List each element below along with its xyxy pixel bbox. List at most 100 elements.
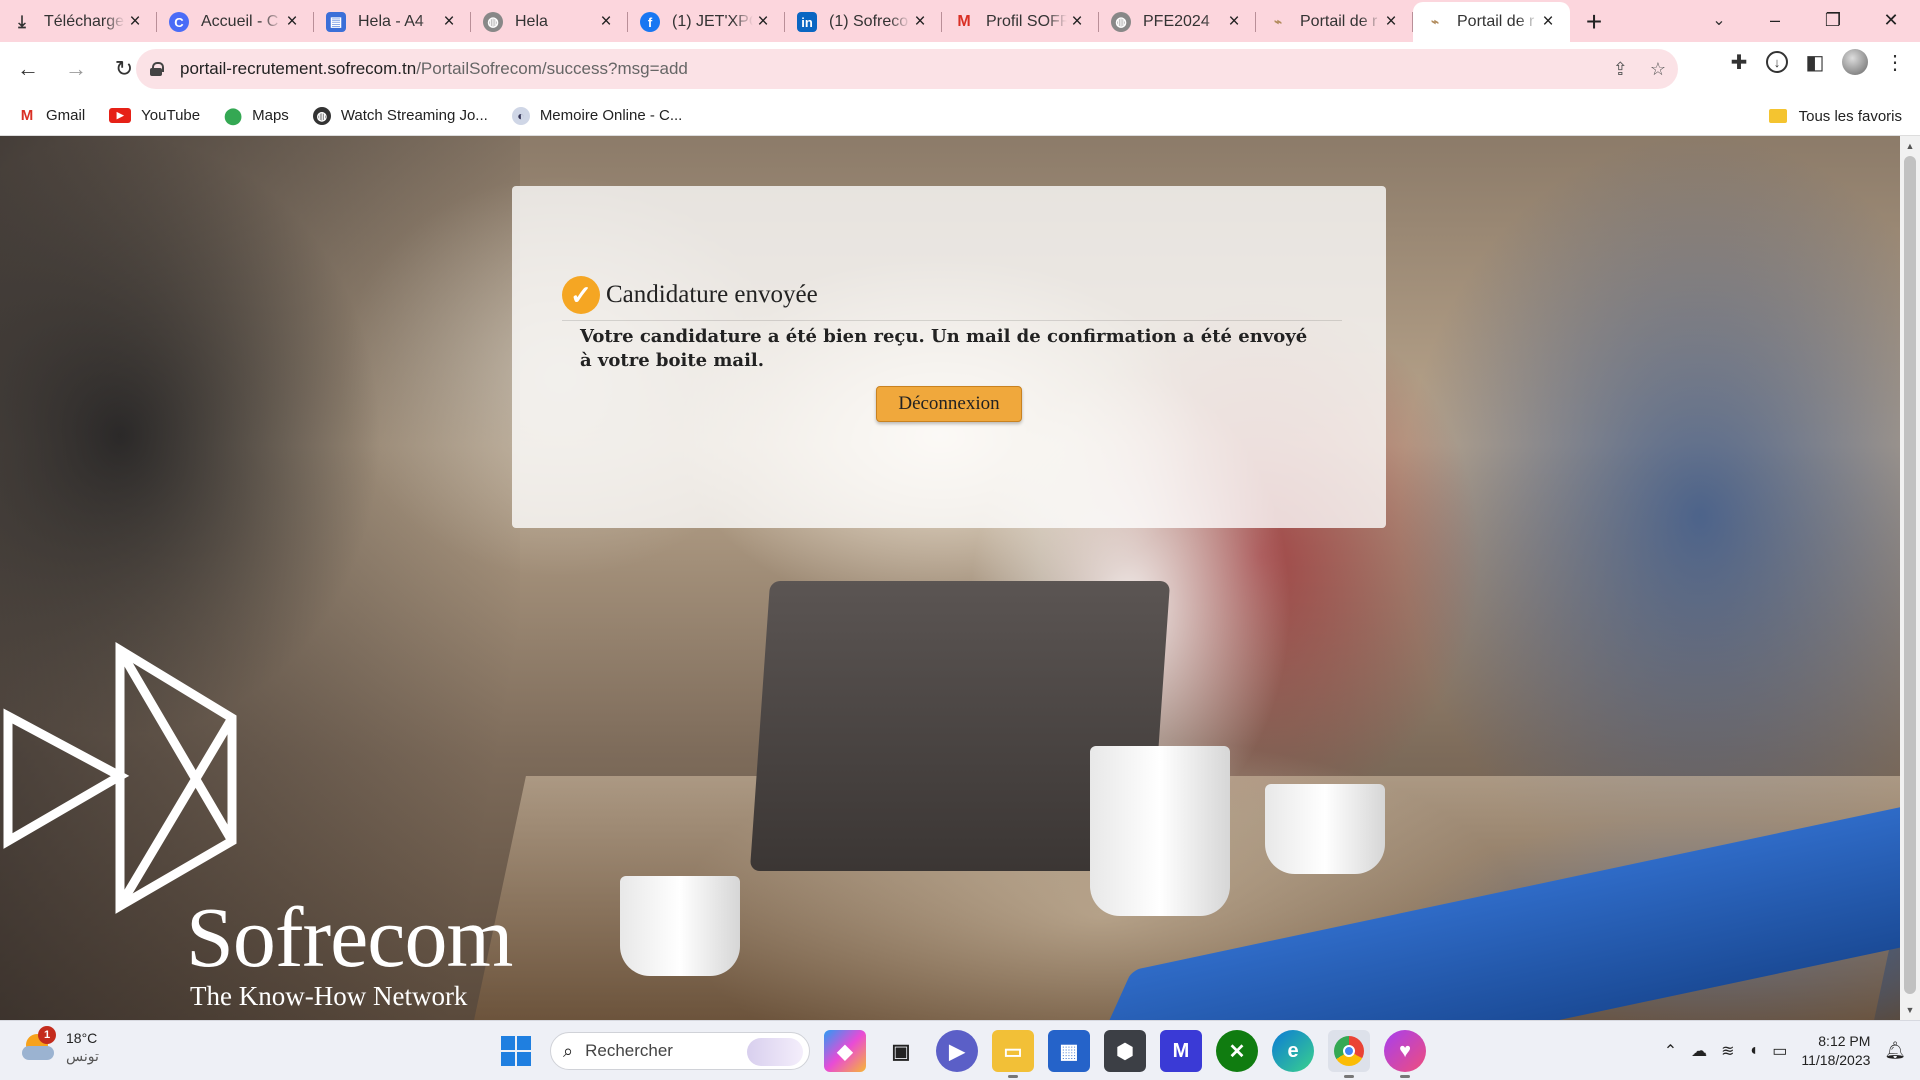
chrome-icon[interactable] — [1328, 1030, 1370, 1078]
lock-icon[interactable] — [150, 62, 164, 76]
tray-overflow-icon[interactable]: ⌃ — [1664, 1041, 1677, 1061]
forward-button[interactable]: → — [56, 49, 96, 89]
weather-widget[interactable]: 1 18°C تونس — [22, 1026, 99, 1065]
onedrive-icon[interactable]: ☁ — [1691, 1041, 1707, 1061]
close-tab-icon[interactable]: × — [439, 12, 459, 32]
weather-city: تونس — [66, 1048, 99, 1064]
all-bookmarks-button[interactable]: Tous les favoris — [1768, 96, 1902, 136]
teams-chat-icon[interactable]: ▶ — [936, 1030, 978, 1072]
download-icon: ⤓ — [18, 12, 26, 31]
brand-name: Sofrecom — [186, 889, 513, 985]
page-scrollbar[interactable]: ▲ ▼ — [1900, 136, 1920, 1020]
close-tab-icon[interactable]: × — [125, 12, 145, 32]
bookmark-label: Gmail — [46, 107, 86, 124]
side-panel-icon[interactable]: ◧ — [1802, 49, 1828, 75]
close-window-button[interactable]: ✕ — [1862, 0, 1920, 40]
extensions-area: ✚ ↓ ◧ ⋮ — [1726, 49, 1908, 75]
tab-linkedin[interactable]: in (1) Sofreco × — [785, 2, 942, 42]
bookmark-memoire-online[interactable]: ◐ Memoire Online - C... — [511, 106, 683, 125]
globe-icon: ◍ — [1111, 12, 1131, 32]
app-cube-icon[interactable]: ⬢ — [1104, 1030, 1146, 1072]
tab-downloads[interactable]: ⤓ Télécharge × — [0, 2, 157, 42]
tab-portail-active[interactable]: ⌁ Portail de r × — [1413, 2, 1570, 42]
new-tab-button[interactable]: + — [1574, 2, 1614, 42]
globe-icon: ◍ — [483, 12, 503, 32]
back-button[interactable]: ← — [8, 49, 48, 89]
close-tab-icon[interactable]: × — [1067, 12, 1087, 32]
maximize-button[interactable]: ❐ — [1804, 0, 1862, 40]
battery-icon[interactable]: ▭ — [1772, 1041, 1787, 1061]
sofrecom-favicon-icon: ⌁ — [1274, 14, 1282, 29]
youtube-icon: ▶ — [109, 108, 132, 123]
bookmark-watch-streaming[interactable]: ◍ Watch Streaming Jo... — [312, 106, 488, 125]
app-heart-icon[interactable]: ♥ — [1384, 1030, 1426, 1078]
search-highlight-art — [747, 1038, 803, 1066]
clock-date: 11/18/2023 — [1801, 1052, 1871, 1068]
windows-taskbar: 1 18°C تونس ⌕ Rechercher ◆ ▣ ▶ ▭ ▦ ⬢ M ✕… — [0, 1020, 1920, 1080]
confirmation-card: ✓ Candidature envoyée Votre candidature … — [512, 186, 1386, 528]
folder-icon — [1768, 109, 1787, 123]
close-tab-icon[interactable]: × — [1224, 12, 1244, 32]
download-indicator-icon[interactable]: ↓ — [1766, 51, 1788, 73]
url-text[interactable]: portail-recrutement.sofrecom.tn/PortailS… — [180, 59, 688, 79]
facebook-icon: f — [640, 12, 660, 32]
scrollbar-thumb[interactable] — [1904, 156, 1916, 994]
close-tab-icon[interactable]: × — [282, 12, 302, 32]
tab-gmail-profil[interactable]: M Profil SOFR × — [942, 2, 1099, 42]
close-tab-icon[interactable]: × — [910, 12, 930, 32]
notification-bell-icon[interactable]: 🔔︎ — [1884, 1041, 1906, 1061]
chrome-menu-icon[interactable]: ⋮ — [1882, 49, 1908, 75]
browser-toolbar: ← → ↻ portail-recrutement.sofrecom.tn/Po… — [0, 42, 1920, 96]
tab-pfe2024[interactable]: ◍ PFE2024 × — [1099, 2, 1256, 42]
tab-hela[interactable]: ◍ Hela × — [471, 2, 628, 42]
tab-accueil[interactable]: C Accueil - C × — [157, 2, 314, 42]
tab-title: Portail de r — [1457, 13, 1535, 30]
taskbar-search[interactable]: ⌕ Rechercher — [550, 1032, 810, 1070]
bookmark-star-icon[interactable]: ☆ — [1650, 59, 1666, 80]
extensions-puzzle-icon[interactable]: ✚ — [1726, 49, 1752, 75]
app-m-icon[interactable]: M — [1160, 1030, 1202, 1072]
close-tab-icon[interactable]: × — [1538, 12, 1558, 32]
url-domain: portail-recrutement.sofrecom.tn — [180, 59, 417, 78]
tab-title: Accueil - C — [201, 13, 279, 30]
close-tab-icon[interactable]: × — [596, 12, 616, 32]
bookmark-label: Memoire Online - C... — [539, 107, 683, 124]
bookmark-maps[interactable]: ⬤ Maps — [224, 107, 289, 125]
memoire-icon: ◐ — [511, 106, 530, 125]
tab-hela-a4[interactable]: ▤ Hela - A4 × — [314, 2, 471, 42]
bookmark-gmail[interactable]: M Gmail — [18, 107, 85, 125]
volume-icon[interactable]: ◖ — [1749, 1042, 1759, 1060]
tab-portail-1[interactable]: ⌁ Portail de r × — [1256, 2, 1413, 42]
tab-title: (1) Sofreco — [829, 13, 909, 30]
scroll-up-arrow-icon[interactable]: ▲ — [1900, 138, 1920, 154]
tab-search-chevron-icon[interactable]: ⌄ — [1690, 0, 1748, 40]
address-bar[interactable]: portail-recrutement.sofrecom.tn/PortailS… — [136, 49, 1678, 89]
microsoft-store-icon[interactable]: ▦ — [1048, 1030, 1090, 1072]
bookmark-youtube[interactable]: ▶ YouTube — [109, 107, 200, 124]
tab-title: Hela — [515, 13, 548, 30]
close-tab-icon[interactable]: × — [753, 12, 773, 32]
windows-start-icon[interactable] — [496, 1031, 536, 1071]
search-placeholder: Rechercher — [585, 1041, 673, 1060]
sofrecom-favicon-icon: ⌁ — [1431, 14, 1439, 29]
tab-strip: ⤓ Télécharge × C Accueil - C × ▤ Hela - … — [0, 0, 1920, 42]
profile-avatar[interactable] — [1842, 49, 1868, 75]
system-tray: ⌃ ☁ ≋ ◖ ▭ 8:12 PM 11/18/2023 🔔︎ — [1664, 1021, 1906, 1080]
wifi-icon[interactable]: ≋ — [1721, 1041, 1734, 1061]
clock[interactable]: 8:12 PM 11/18/2023 — [1801, 1032, 1870, 1070]
task-view-icon[interactable]: ▣ — [880, 1030, 922, 1072]
tab-facebook[interactable]: f (1) JET'XPO × — [628, 2, 785, 42]
copilot-icon[interactable]: ◆ — [824, 1030, 866, 1072]
share-icon[interactable]: ⇪ — [1613, 59, 1628, 80]
scroll-down-arrow-icon[interactable]: ▼ — [1900, 1002, 1920, 1018]
url-path: /PortailSofrecom/success?msg=add — [416, 59, 688, 78]
sofrecom-brand: Sofrecom The Know-How Network — [0, 636, 640, 1016]
close-tab-icon[interactable]: × — [1381, 12, 1401, 32]
tab-title: PFE2024 — [1143, 13, 1210, 30]
file-explorer-icon[interactable]: ▭ — [992, 1030, 1034, 1078]
logout-button[interactable]: Déconnexion — [876, 386, 1022, 422]
xbox-icon[interactable]: ✕ — [1216, 1030, 1258, 1072]
edge-icon[interactable]: e — [1272, 1030, 1314, 1072]
minimize-button[interactable]: – — [1746, 0, 1804, 40]
weather-badge: 1 — [38, 1026, 56, 1044]
